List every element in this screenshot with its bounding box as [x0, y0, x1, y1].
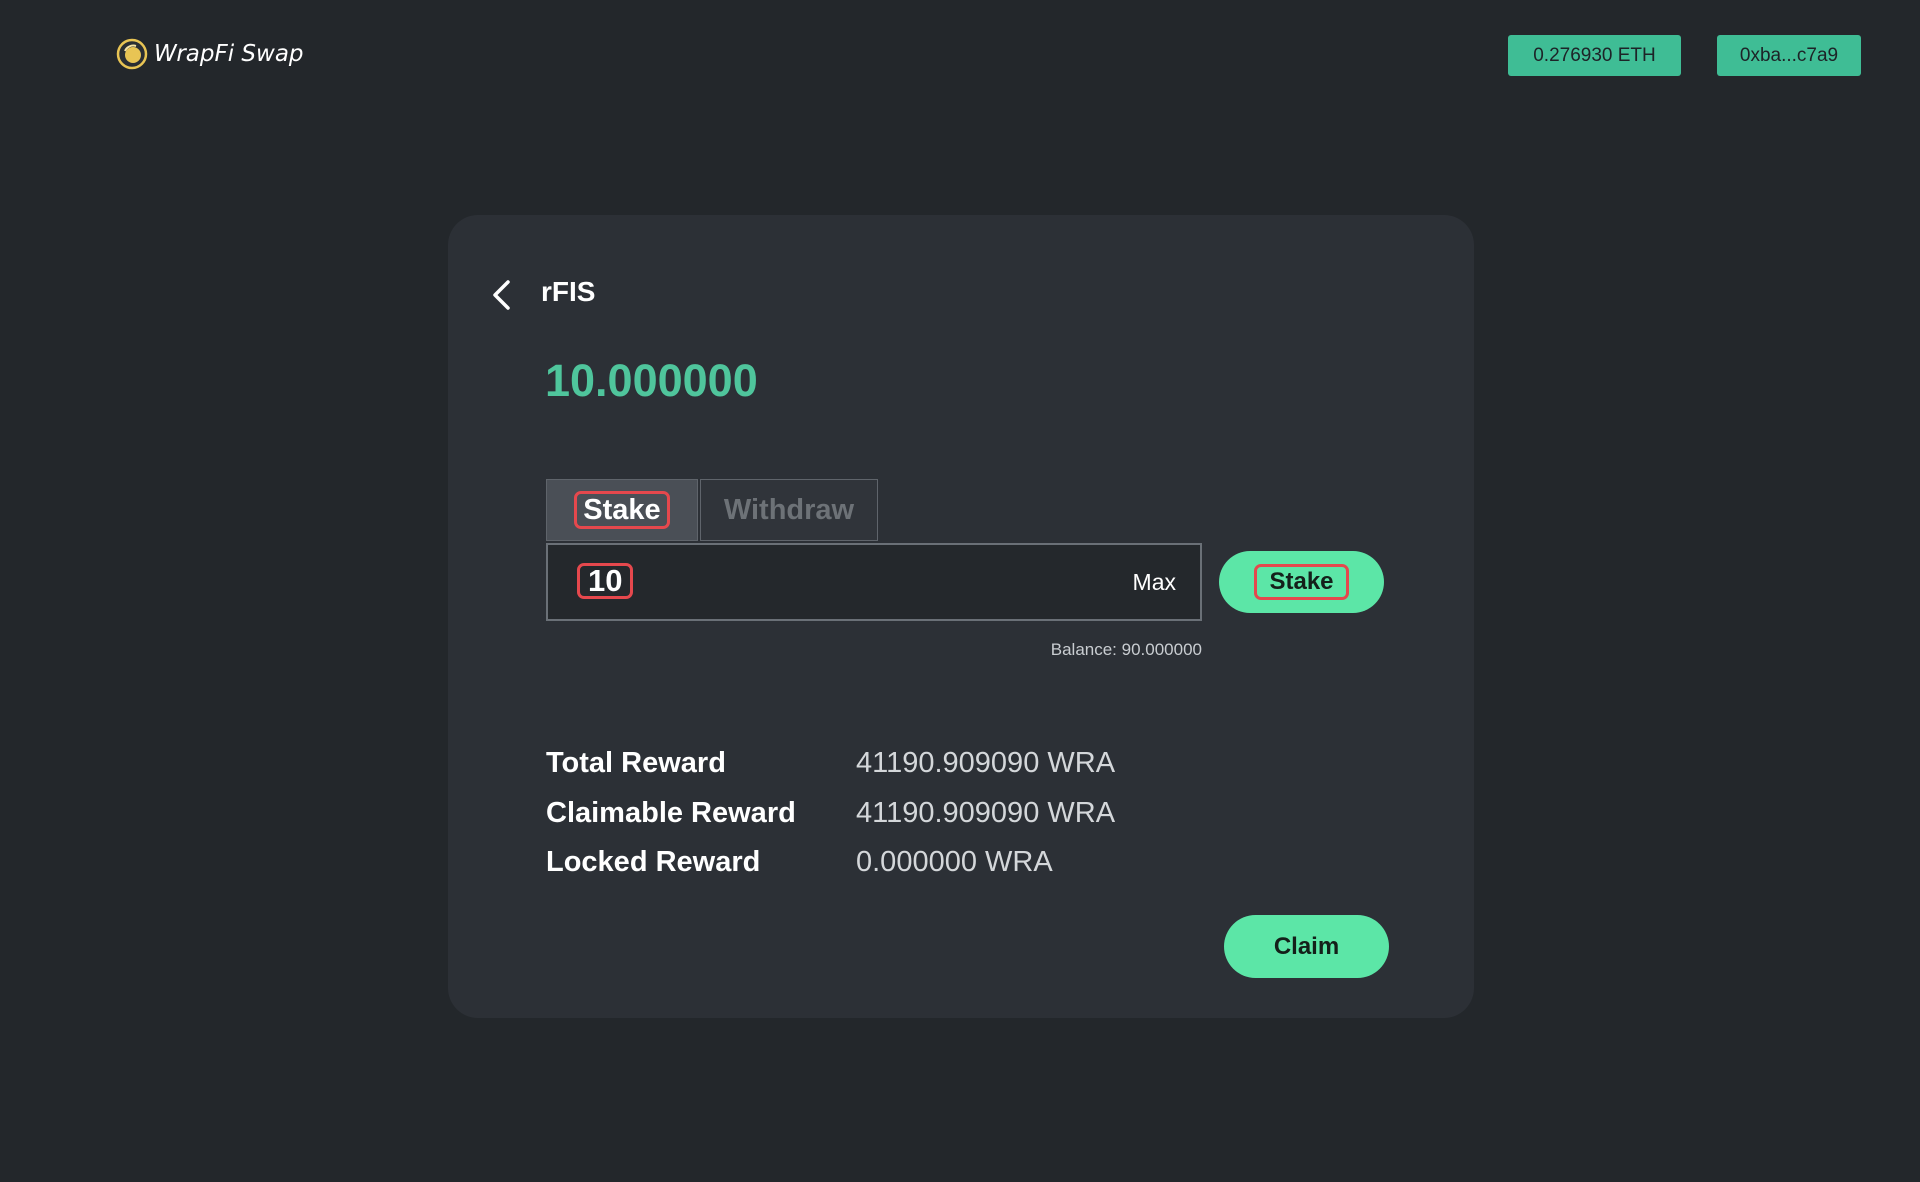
reward-label: Claimable Reward	[546, 796, 796, 829]
tab-withdraw-label: Withdraw	[723, 493, 855, 526]
reward-value: 41190.909090 WRA	[856, 796, 1116, 829]
balance-text: Balance: 90.000000	[1050, 640, 1202, 659]
reward-row-total: Total Reward 41190.909090 WRA	[546, 743, 1115, 783]
tab-stake-label: Stake	[574, 491, 670, 529]
tab-withdraw[interactable]: Withdraw	[700, 479, 878, 541]
wallet-address-button[interactable]: 0xba...c7a9	[1717, 35, 1861, 76]
top-bar: WrapFi Swap 0.276930 ETH 0xba...c7a9	[0, 0, 1920, 110]
tab-stake[interactable]: Stake	[546, 479, 698, 541]
claim-button[interactable]: Claim	[1224, 915, 1389, 978]
brand-logo[interactable]: WrapFi Swap	[116, 38, 304, 70]
reward-label: Locked Reward	[546, 845, 761, 878]
reward-row-locked: Locked Reward 0.000000 WRA	[546, 842, 1053, 882]
token-title: rFIS	[541, 276, 596, 307]
chevron-left-icon[interactable]	[488, 275, 518, 315]
reward-value: 0.000000 WRA	[856, 845, 1053, 878]
stake-button[interactable]: Stake	[1219, 551, 1384, 613]
reward-row-claimable: Claimable Reward 41190.909090 WRA	[546, 793, 1115, 833]
amount-value[interactable]: 10	[577, 563, 634, 599]
amount-value-text: 10	[577, 563, 634, 599]
coin-logo-icon	[116, 38, 148, 70]
reward-value: 41190.909090 WRA	[856, 746, 1116, 779]
staking-card: rFIS 10.000000 Stake Withdraw 10 Max Sta…	[448, 215, 1474, 1018]
eth-balance-badge[interactable]: 0.276930 ETH	[1508, 35, 1681, 76]
brand-name: WrapFi Swap	[154, 41, 304, 67]
reward-label: Total Reward	[546, 746, 726, 779]
amount-input[interactable]: 10 Max	[546, 543, 1202, 621]
staked-amount: 10.000000	[545, 355, 758, 406]
max-button[interactable]: Max	[1133, 569, 1176, 596]
stake-button-label: Stake	[1254, 564, 1349, 600]
